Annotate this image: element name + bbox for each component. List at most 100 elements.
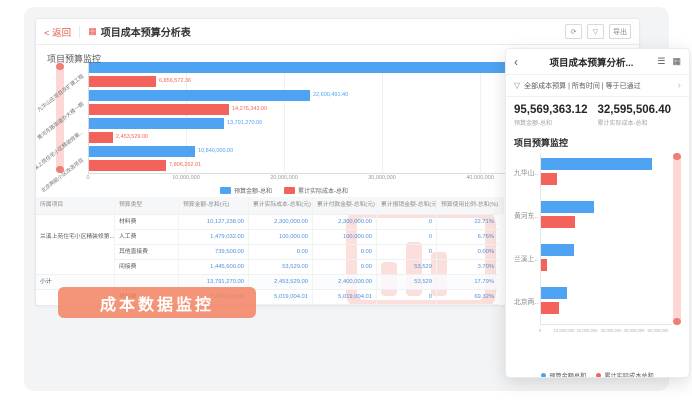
card-view-icon[interactable]: ▦ [672,56,681,67]
budget-bar[interactable] [541,158,652,170]
refresh-button[interactable]: ⟳ [565,24,582,39]
table-cell: 56.51% [436,304,498,306]
table-cell: 53,529.00 [248,259,312,274]
table-cell: 0.00% [436,244,498,259]
panel-section-title: 项目预算监控 [506,132,689,151]
actual-bar[interactable] [541,173,557,185]
panel-back-icon[interactable]: ‹ [514,55,518,69]
table-cell: 100,000.00 [248,229,312,244]
table-cell: 1,479,032.00 [178,229,248,244]
panel-stats: 95,569,363.12 预算金额-总和 32,595,506.40 累计实际… [506,97,689,132]
filter-button[interactable]: ▽ [587,24,604,39]
table-cell: 17.79% [436,274,498,289]
column-header: 预算类型 [114,197,178,214]
table-cell: 0 [376,244,436,259]
table-cell [36,214,114,229]
column-header: 所属项目 [36,197,114,214]
x-tick: 30,000,000 [368,175,396,181]
table-cell: 6.76% [436,229,498,244]
main-window-header: < 返回 ▦ 项目成本预算分析表 ⟳ ▽ 导出 [36,19,639,45]
table-row[interactable]: 其他直接费739,500.000.000.0000.00% [36,244,504,259]
legend-item-budget[interactable]: 预算金额总和 [541,371,586,378]
budget-bar[interactable] [89,62,559,73]
stat-budget-total: 95,569,363.12 预算金额-总和 [514,104,598,127]
filter-icon: ▽ [593,28,598,36]
table-cell: 2,300,000.00 [248,214,312,229]
legend-item-budget[interactable]: 预算金额-总和 [220,186,272,195]
panel-title: 项目成本预算分析... [536,55,647,69]
actual-bar[interactable] [89,76,156,87]
category-label: 北京两... [514,296,538,306]
chart-section-title: 项目预算监控 [47,52,101,65]
chart-category-axis: 九华山庄项目改扩建工程黄河东路街道办大楼一期兰溪上苑住宅小区精装修第...北京两… [36,61,88,173]
table-cell: 兰溪上苑住宅小区精装修第... [36,229,114,244]
actual-bar[interactable] [89,132,113,143]
table-cell: 3.70% [436,259,498,274]
table-cell: 739,500.00 [178,244,248,259]
column-header: 累计实际成本-总和(元) [248,197,312,214]
category-label: 兰溪上... [514,253,538,263]
refresh-icon: ⟳ [571,28,577,36]
budget-bar[interactable] [541,287,567,299]
budget-bar[interactable] [89,118,224,129]
panel-filter-bar[interactable]: ▽ 全部成本预算 | 所有时间 | 等于已通过 › [506,75,689,97]
table-cell: 100,000.00 [312,229,376,244]
table-cell: 53,529 [376,259,436,274]
page-title: 项目成本预算分析表 [101,24,191,39]
budget-bar[interactable] [89,90,310,101]
legend-item-actual[interactable]: 累计实际成本总和 [596,371,654,378]
cost-monitor-badge: 成本数据监控 [58,287,256,318]
table-cell: 其他直接费 [114,244,178,259]
stat-label: 累计实际成本-总和 [598,118,682,127]
stat-value: 95,569,363.12 [514,104,598,116]
table-cell: 22.71% [436,214,498,229]
back-link[interactable]: < 返回 [44,25,71,39]
column-header: 预算使用比例-总和(%) [436,197,498,214]
table-cell: 0 [376,289,436,304]
table-cell: 2,300,000.00 [312,214,376,229]
export-button[interactable]: 导出 [609,24,631,39]
x-tick: 40,000,000 [624,328,645,333]
panel-chart-legend: 预算金额总和 累计实际成本总和 [506,371,689,378]
budget-bar[interactable] [89,146,195,157]
datazoom-handle-bottom[interactable] [673,318,681,325]
table-cell: 人工费 [114,229,178,244]
actual-bar[interactable] [541,259,547,271]
list-view-icon[interactable]: ☰ [657,56,665,67]
x-tick: 20,000,000 [577,328,598,333]
x-tick: 0 [539,328,541,333]
table-row[interactable]: 材料费10,127,238.002,300,000.002,300,000.00… [36,214,504,229]
actual-bar[interactable] [89,160,166,171]
budget-bar[interactable] [541,201,594,213]
actual-bar[interactable] [541,216,575,228]
table-row[interactable]: 间接费1,445,600.0053,529.000.0053,5293.70% [36,259,504,274]
column-header: 累计报销金额-总和(元) [376,197,436,214]
column-header: 累计付款金额-总和(元) [312,197,376,214]
x-tick: 30,000,000 [601,328,622,333]
filter-summary: 全部成本预算 | 所有时间 | 等于已通过 [524,81,678,91]
table-cell: 5,019,004.01 [248,289,312,304]
table-cell: 材料费 [114,214,178,229]
datazoom-handle-top[interactable] [673,153,681,160]
mobile-preview-panel: ‹ 项目成本预算分析... ☰ ▦ ▽ 全部成本预算 | 所有时间 | 等于已通… [505,48,690,378]
table-cell: 69.32% [436,289,498,304]
table-cell [36,259,114,274]
panel-bar-chart: 九华山...黄河东...兰溪上...北京两...010,000,00020,00… [514,153,681,359]
table-row[interactable]: 兰溪上苑住宅小区精装修第...人工费1,479,032.00100,000.00… [36,229,504,244]
actual-bar[interactable] [541,302,559,314]
stat-label: 预算金额-总和 [514,118,598,127]
chart-legend: 预算金额-总和 累计实际成本-总和 [88,186,480,195]
table-cell: 53,529 [376,274,436,289]
actual-bar[interactable] [89,104,229,115]
funnel-icon: ▽ [514,81,520,90]
table-cell: 2,400,000.00 [312,274,376,289]
legend-item-actual[interactable]: 累计实际成本-总和 [284,186,348,195]
panel-header: ‹ 项目成本预算分析... ☰ ▦ [506,49,689,75]
panel-datazoom-slider[interactable] [673,153,681,325]
table-cell: 间接费 [114,259,178,274]
column-header: 预算金额-总和(元) [178,197,248,214]
budget-bar[interactable] [541,244,574,256]
chevron-right-icon: › [678,80,681,91]
report-grid-icon: ▦ [88,26,97,37]
x-tick: 50,000,000 [648,328,669,333]
